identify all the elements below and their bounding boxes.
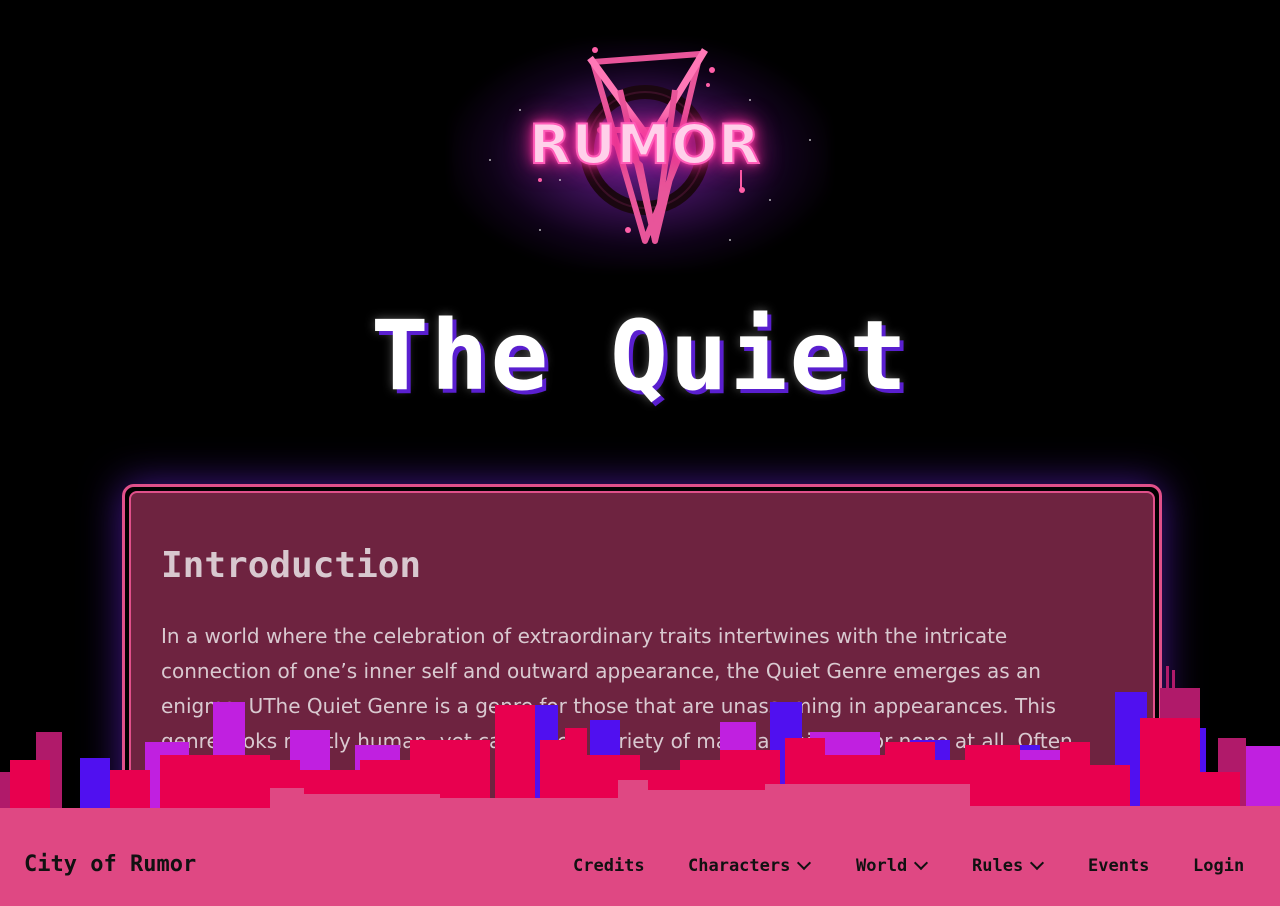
city-skyline-decoration — [0, 666, 1280, 830]
nav-characters-dropdown[interactable]: Characters — [688, 855, 812, 876]
nav-rules-label: Rules — [972, 856, 1024, 876]
card-heading: Introduction — [161, 545, 422, 586]
nav-events[interactable]: Events — [1088, 856, 1149, 876]
bottom-navbar: City of Rumor Credits Characters World R… — [0, 826, 1280, 906]
chevron-down-icon — [797, 855, 812, 871]
nav-credits[interactable]: Credits — [573, 856, 645, 876]
chevron-down-icon — [1030, 855, 1045, 871]
chevron-down-icon — [914, 855, 929, 871]
nav-world-label: World — [856, 856, 908, 876]
rumor-logo[interactable]: RUMOR — [450, 30, 830, 270]
nav-rules-dropdown[interactable]: Rules — [972, 855, 1045, 876]
nav-credits-label: Credits — [573, 856, 645, 876]
nav-characters-label: Characters — [688, 856, 791, 876]
page-title: The Quiet — [370, 300, 910, 412]
site-brand-link[interactable]: City of Rumor — [24, 852, 196, 877]
logo-wordmark: RUMOR — [528, 112, 761, 177]
nav-world-dropdown[interactable]: World — [856, 855, 929, 876]
page: RUMOR The Quiet Introduction In a world … — [0, 0, 1280, 906]
nav-events-label: Events — [1088, 856, 1150, 876]
nav-login-label: Login — [1193, 856, 1245, 876]
nav-login[interactable]: Login — [1193, 856, 1244, 876]
